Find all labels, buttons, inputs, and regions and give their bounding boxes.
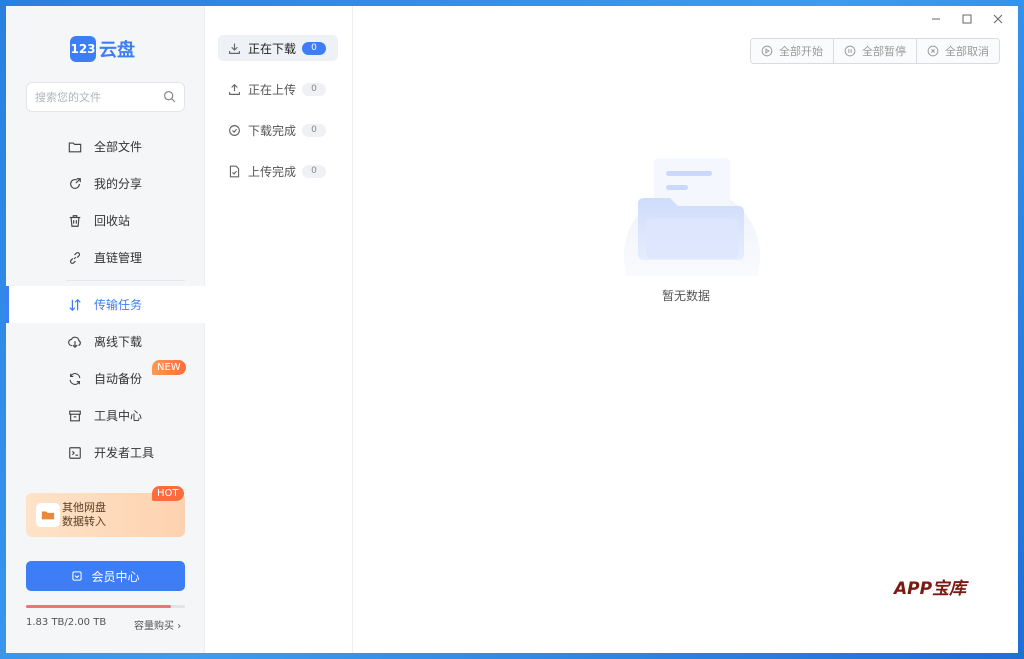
sidebar-item-label: 传输任务 <box>94 298 143 312</box>
main-content: 全部开始 全部暂停 全部取消 暂无数据 APP宝库 <box>354 6 1018 653</box>
tab-downloading[interactable]: 正在下载 0 <box>218 35 338 61</box>
search-box[interactable] <box>26 82 185 112</box>
sidebar-item-direct-link[interactable]: 直链管理 <box>6 239 205 276</box>
vip-label: 会员中心 <box>91 569 140 584</box>
watermark: APP宝库 <box>894 579 967 599</box>
share-icon <box>68 177 82 191</box>
trash-icon <box>68 214 82 228</box>
tab-label: 正在上传 <box>248 82 297 97</box>
tab-download-complete[interactable]: 下载完成 0 <box>218 117 338 143</box>
tab-label: 正在下载 <box>248 41 297 56</box>
pause-icon <box>844 45 856 57</box>
search-icon[interactable] <box>163 88 176 107</box>
sidebar-item-label: 全部文件 <box>94 140 143 154</box>
cancel-icon <box>927 45 939 57</box>
tab-uploading[interactable]: 正在上传 0 <box>218 76 338 102</box>
sidebar-item-label: 自动备份 <box>94 372 143 386</box>
sidebar-item-offline-download[interactable]: 离线下载 <box>6 323 205 360</box>
tab-label: 下载完成 <box>248 123 297 138</box>
sidebar-item-label: 回收站 <box>94 214 131 228</box>
search-input[interactable] <box>35 90 163 104</box>
sidebar-item-label: 我的分享 <box>94 177 143 191</box>
folder-transfer-icon <box>36 503 60 527</box>
file-check-icon <box>228 165 241 178</box>
check-circle-icon <box>228 124 241 137</box>
vip-icon <box>72 571 83 581</box>
start-all-button[interactable]: 全部开始 <box>751 39 834 63</box>
play-icon <box>761 45 773 57</box>
upload-icon <box>228 83 241 96</box>
tab-upload-complete[interactable]: 上传完成 0 <box>218 158 338 184</box>
sidebar-item-transfer[interactable]: 传输任务 <box>6 286 205 323</box>
sidebar: 123 云盘 全部文件 我的分享 回收站 直链管理 <box>6 6 205 653</box>
sidebar-item-my-share[interactable]: 我的分享 <box>6 165 205 202</box>
sync-icon <box>68 372 82 386</box>
chevron-right-icon: › <box>177 621 182 632</box>
storage-progress <box>26 605 185 608</box>
sidebar-item-tool-center[interactable]: 工具中心 <box>6 397 205 434</box>
empty-folder-illustration <box>624 158 760 276</box>
tab-count: 0 <box>302 82 327 96</box>
tab-count: 0 <box>302 41 327 55</box>
sidebar-item-label: 直链管理 <box>94 251 143 265</box>
link-icon <box>68 251 82 265</box>
sidebar-item-recycle-bin[interactable]: 回收站 <box>6 202 205 239</box>
cancel-all-label: 全部取消 <box>945 45 989 58</box>
maximize-icon[interactable] <box>958 10 975 27</box>
sidebar-item-all-files[interactable]: 全部文件 <box>6 128 205 165</box>
pause-all-button[interactable]: 全部暂停 <box>834 39 917 63</box>
empty-state-text: 暂无数据 <box>661 289 710 303</box>
tab-count: 0 <box>302 123 327 137</box>
toolbox-icon <box>68 409 82 423</box>
close-icon[interactable] <box>989 10 1006 27</box>
sidebar-item-label: 开发者工具 <box>94 446 155 460</box>
pause-all-label: 全部暂停 <box>862 45 906 58</box>
window-controls <box>927 10 1006 27</box>
hot-badge: HOT <box>152 486 184 501</box>
sidebar-item-developer-tools[interactable]: 开发者工具 <box>6 434 205 471</box>
vip-center-button[interactable]: 会员中心 <box>26 561 185 591</box>
promo-line-2: 数据转入 <box>62 515 106 528</box>
start-all-label: 全部开始 <box>779 45 823 58</box>
minimize-icon[interactable] <box>927 10 944 27</box>
cloud-download-icon <box>68 335 82 349</box>
promo-text: 其他网盘 数据转入 <box>62 501 122 529</box>
cancel-all-button[interactable]: 全部取消 <box>917 39 999 63</box>
storage-progress-fill <box>26 605 172 608</box>
download-icon <box>228 42 241 55</box>
sidebar-item-label: 离线下载 <box>94 335 143 349</box>
transfer-subpanel: 正在下载 0 正在上传 0 下载完成 0 上传完成 0 <box>206 6 353 653</box>
sidebar-nav: 全部文件 我的分享 回收站 直链管理 传输任务 离线下载 自动备份 NEW 工具… <box>6 128 205 471</box>
sidebar-item-auto-backup[interactable]: 自动备份 NEW <box>6 360 205 397</box>
sidebar-item-label: 工具中心 <box>94 409 143 423</box>
tab-count: 0 <box>302 164 327 178</box>
logo-badge: 123 <box>70 36 96 62</box>
bulk-actions: 全部开始 全部暂停 全部取消 <box>750 38 1000 64</box>
nav-divider <box>66 280 185 281</box>
new-badge: NEW <box>152 360 186 375</box>
folder-icon <box>68 140 82 154</box>
logo-text: 云盘 <box>99 40 135 61</box>
app-logo: 123 云盘 <box>70 36 135 62</box>
promo-line-1: 其他网盘 <box>62 501 106 514</box>
terminal-icon <box>68 446 82 460</box>
tab-label: 上传完成 <box>248 164 297 179</box>
buy-capacity-link[interactable]: 容量购买 › <box>134 617 181 632</box>
storage-usage: 1.83 TB/2.00 TB <box>26 617 107 628</box>
transfer-icon <box>68 298 82 312</box>
app-window: 123 云盘 全部文件 我的分享 回收站 直链管理 <box>6 6 1018 653</box>
buy-capacity-label: 容量购买 <box>134 621 174 632</box>
